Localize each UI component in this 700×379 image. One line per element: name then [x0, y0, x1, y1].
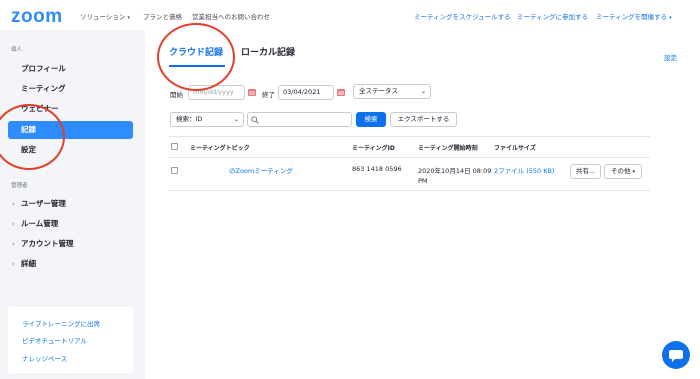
start-date-label: 開始 — [170, 91, 183, 99]
zoom-logo[interactable]: zoom — [11, 6, 63, 28]
chevron-right-icon: › — [12, 200, 15, 208]
join-meeting-link[interactable]: ミーティングに参加する — [517, 11, 588, 21]
chevron-down-icon: ⌄ — [233, 116, 239, 123]
row-checkbox[interactable] — [171, 167, 178, 174]
search-input[interactable] — [247, 112, 352, 127]
sidebar-item-advanced[interactable]: › 詳細 — [8, 255, 133, 273]
column-header-topic: ミーティングトピック — [190, 145, 250, 152]
select-all-checkbox[interactable] — [171, 143, 178, 150]
status-select[interactable]: 全ステータス ⌄ — [353, 84, 431, 99]
table-header-divider — [169, 157, 650, 158]
sidebar-item-label: アカウント管理 — [21, 239, 74, 248]
more-button-label: その他 — [610, 167, 631, 175]
top-navigation-bar: zoom ソリューション ▾ プランと価格 営業担当へのお問い合わせ ミーティング… — [0, 0, 700, 30]
chevron-down-icon: ▾ — [632, 169, 635, 175]
video-tutorials-link[interactable]: ビデオチュートリアル — [22, 335, 87, 345]
chevron-right-icon: › — [12, 260, 15, 268]
chevron-right-icon: › — [12, 240, 15, 248]
chevron-down-icon: ⌄ — [420, 88, 426, 95]
search-icon — [251, 116, 259, 124]
file-size-link[interactable]: 2ファイル (550 KB) — [494, 165, 554, 175]
support-chat-button[interactable] — [662, 341, 690, 369]
nav-plans-pricing[interactable]: プランと価格 — [143, 11, 182, 21]
chat-icon — [669, 350, 683, 362]
sidebar: 個人 プロフィール ミーティング ウェビナー 記録 設定 管理者 › ユーザー管理… — [0, 30, 145, 379]
end-date-label: 終了 — [262, 91, 275, 99]
sidebar-item-profile[interactable]: プロフィール — [8, 60, 133, 78]
search-button[interactable]: 検索 — [356, 112, 386, 127]
calendar-icon[interactable] — [337, 89, 345, 96]
share-button[interactable]: 共有... — [570, 164, 601, 179]
status-select-value: 全ステータス — [359, 87, 398, 95]
sidebar-item-room-management[interactable]: › ルーム管理 — [8, 215, 133, 233]
sidebar-item-label: 詳細 — [21, 259, 36, 268]
search-type-value: 検索：ID — [176, 115, 203, 123]
schedule-meeting-link[interactable]: ミーティングをスケジュールする — [414, 11, 511, 21]
knowledge-base-link[interactable]: ナレッジベース — [22, 353, 67, 363]
tab-local-recordings[interactable]: ローカル記録 — [241, 45, 295, 58]
calendar-icon[interactable] — [248, 89, 256, 96]
sidebar-item-label: ルーム管理 — [21, 219, 59, 228]
nav-contact-sales[interactable]: 営業担当へのお問い合わせ — [192, 11, 270, 21]
start-time-ampm: PM — [418, 177, 428, 185]
column-header-start-time: ミーティング開始時刻 — [418, 145, 478, 152]
sidebar-item-user-management[interactable]: › ユーザー管理 — [8, 195, 133, 213]
annotation-circle-cloud-tab — [157, 23, 235, 91]
chevron-down-icon: ▾ — [127, 15, 130, 21]
column-header-meeting-id: ミーティングID — [352, 145, 395, 152]
sidebar-section-admin: 管理者 — [11, 183, 28, 189]
end-date-input[interactable]: 03/04/2021 — [278, 85, 334, 100]
more-button[interactable]: その他 ▾ — [604, 164, 642, 179]
chevron-right-icon: › — [12, 220, 15, 228]
search-type-select[interactable]: 検索：ID ⌄ — [170, 112, 244, 127]
nav-solutions-label: ソリューション — [80, 13, 126, 21]
sidebar-item-meetings[interactable]: ミーティング — [8, 80, 133, 98]
host-meeting-link[interactable]: ミーティングを開催する ▾ — [596, 11, 672, 21]
meeting-id: 863 1418 0596 — [352, 165, 402, 173]
table-row-divider — [169, 190, 650, 191]
start-time: 2020年10月14日 08:09 — [418, 167, 492, 175]
host-meeting-label: ミーティングを開催する — [596, 13, 668, 21]
export-button[interactable]: エクスポートする — [390, 112, 457, 127]
nav-solutions[interactable]: ソリューション ▾ — [80, 11, 130, 21]
table-top-divider — [169, 136, 650, 137]
sidebar-item-label: ユーザー管理 — [21, 199, 66, 208]
sidebar-section-personal: 個人 — [11, 47, 23, 53]
live-training-link[interactable]: ライブトレーニングに出席 — [22, 318, 100, 328]
column-header-file-size: ファイルサイズ — [494, 145, 536, 152]
chevron-down-icon: ▾ — [669, 15, 672, 21]
sidebar-item-account-management[interactable]: › アカウント管理 — [8, 235, 133, 253]
meeting-topic-link[interactable]: のZoomミーティング — [229, 165, 293, 175]
recording-settings-link[interactable]: 設定 — [664, 52, 677, 62]
sidebar-help-links: ライブトレーニングに出席 ビデオチュートリアル ナレッジベース — [8, 307, 133, 373]
